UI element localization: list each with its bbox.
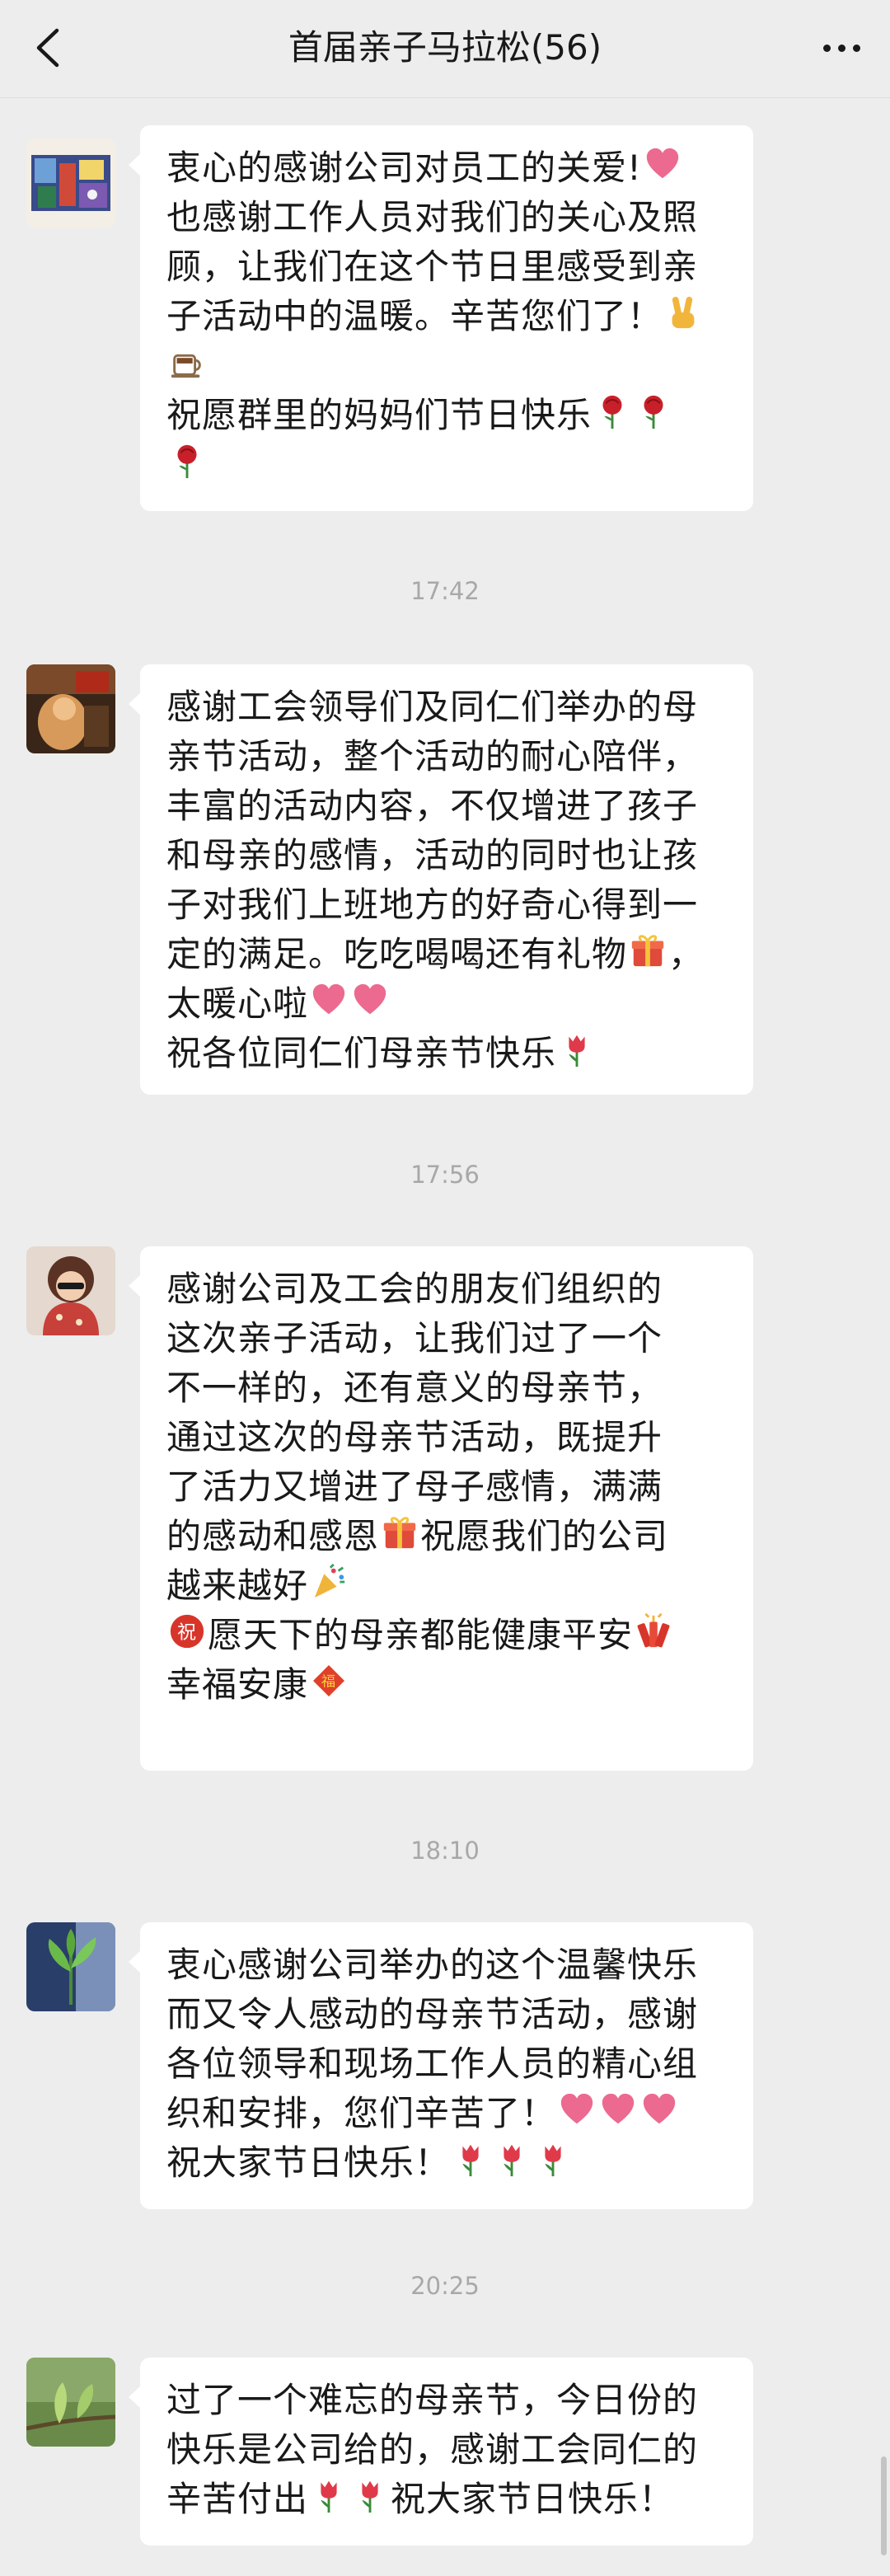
tulip-emoji-icon — [493, 2140, 531, 2178]
heart-emoji-icon — [599, 2090, 637, 2128]
girl-photo-avatar-icon — [26, 1246, 115, 1335]
message-line: 这次亲子活动，让我们过了一个 — [166, 1318, 663, 1358]
message-line: 各位领导和现场工作人员的精心组 — [166, 2043, 699, 2084]
chat-header: 首届亲子马拉松(56) — [0, 0, 890, 98]
svg-text:福: 福 — [321, 1674, 336, 1691]
message-bubble[interactable]: 衷心感谢公司举办的这个温馨快乐 而又令人感动的母亲节活动，感谢 各位领导和现场工… — [129, 1922, 753, 2209]
message-line: 定的满足。吃吃喝喝还有礼物， — [166, 930, 727, 979]
heart-emoji-icon — [558, 2090, 596, 2128]
chat-title: 首届亲子马拉松(56) — [288, 27, 602, 68]
message-line: 也感谢工作人员对我们的关心及照 — [166, 197, 699, 237]
message-line: 的感动和感恩 祝愿我们的公司 — [166, 1512, 727, 1561]
painting-avatar-icon — [26, 138, 115, 228]
tulip-emoji-icon — [351, 2476, 389, 2514]
avatar[interactable] — [26, 664, 115, 753]
message-bubble[interactable]: 感谢工会领导们及同仁们举办的母 亲节活动，整个活动的耐心陪伴， 丰富的活动内容，… — [129, 664, 753, 1095]
message-line: 感谢工会领导们及同仁们举办的母 — [166, 687, 699, 727]
message-line: 衷心的感谢公司对员工的关爱! — [166, 143, 727, 193]
dot-icon — [822, 44, 831, 52]
timestamp: 17:56 — [410, 1161, 480, 1189]
message-line: 丰富的活动内容，不仅增进了孩子 — [166, 786, 699, 826]
gift-emoji-icon — [629, 931, 667, 969]
timestamp: 18:10 — [410, 1837, 480, 1865]
timestamp: 17:42 — [410, 577, 480, 605]
timestamp: 20:25 — [410, 2272, 480, 2300]
message-line: 祝各位同仁们母亲节快乐 — [166, 1029, 727, 1078]
message-line: 感谢公司及工会的朋友们组织的 — [166, 1269, 663, 1309]
heart-emoji-icon — [310, 981, 348, 1019]
message-line: 太暖心啦 — [166, 979, 727, 1029]
child-photo-avatar-icon — [26, 664, 115, 753]
message-line: 过了一个难忘的母亲节，今日份的 — [166, 2380, 699, 2420]
message-line: 而又令人感动的母亲节活动，感谢 — [166, 1994, 699, 2034]
tulip-emoji-icon — [310, 2476, 348, 2514]
heart-emoji-icon — [351, 981, 389, 1019]
svg-text:祝: 祝 — [177, 1622, 197, 1644]
message-line: 子对我们上班地方的好奇心得到一 — [166, 884, 699, 925]
message-line: 了活力又增进了母子感情，满满 — [166, 1466, 663, 1507]
message-bubble[interactable]: 衷心的感谢公司对员工的关爱! 也感谢工作人员对我们的关心及照 顾，让我们在这个节… — [129, 125, 753, 511]
fu-emoji-icon: 福 — [310, 1662, 348, 1700]
dot-icon — [852, 44, 860, 52]
message-line: 快乐是公司给的，感谢工会同仁的 — [166, 2429, 699, 2470]
tulip-emoji-icon — [452, 2140, 490, 2178]
heart-emoji-icon — [640, 2090, 678, 2128]
leaf-photo-avatar-icon — [26, 2358, 115, 2447]
message-line: 辛苦付出 祝大家节日快乐！ — [166, 2475, 727, 2524]
scrollbar[interactable] — [881, 2456, 887, 2555]
gift-emoji-icon — [381, 1513, 419, 1551]
plant-photo-avatar-icon — [26, 1922, 115, 2011]
heart-emoji-icon — [644, 145, 682, 183]
firecracker-emoji-icon — [635, 1612, 672, 1650]
avatar[interactable] — [26, 2358, 115, 2447]
message-line: 祝大家节日快乐！ — [166, 2138, 727, 2188]
message-line: 不一样的，还有意义的母亲节， — [166, 1368, 663, 1408]
avatar[interactable] — [26, 138, 115, 228]
message-line: 越来越好 — [166, 1561, 727, 1611]
message-line: 祝愿天下的母亲都能健康平安 — [166, 1611, 727, 1660]
dot-icon — [837, 44, 846, 52]
tulip-emoji-icon — [534, 2140, 572, 2178]
message-line — [166, 440, 727, 490]
victory-hand-emoji-icon — [664, 293, 702, 331]
message-line: 通过这次的母亲节活动，既提升 — [166, 1417, 663, 1457]
message-line — [166, 341, 727, 391]
avatar[interactable] — [26, 1246, 115, 1335]
rose-emoji-icon — [593, 392, 631, 430]
party-popper-emoji-icon — [310, 1563, 348, 1601]
back-button[interactable] — [23, 23, 73, 73]
rose-emoji-icon — [168, 442, 206, 480]
chevron-left-icon — [36, 28, 59, 68]
message-line: 亲节活动，整个活动的耐心陪伴， — [166, 736, 699, 777]
congratulation-emoji-icon: 祝 — [168, 1612, 206, 1650]
message-bubble[interactable]: 感谢公司及工会的朋友们组织的 这次亲子活动，让我们过了一个 不一样的，还有意义的… — [129, 1246, 753, 1771]
coffee-emoji-icon — [168, 343, 206, 381]
avatar[interactable] — [26, 1922, 115, 2011]
message-line: 和母亲的感情，活动的同时也让孩 — [166, 835, 699, 875]
message-line: 祝愿群里的妈妈们节日快乐 — [166, 391, 727, 440]
more-options-button[interactable] — [813, 25, 870, 71]
message-line: 子活动中的温暖。辛苦您们了！ — [166, 292, 727, 341]
rose-emoji-icon — [635, 392, 672, 430]
message-line: 织和安排，您们辛苦了！ — [166, 2089, 727, 2138]
message-line: 顾，让我们在这个节日里感受到亲 — [166, 246, 699, 287]
message-line: 衷心感谢公司举办的这个温馨快乐 — [166, 1945, 699, 1985]
tulip-emoji-icon — [558, 1030, 596, 1068]
message-bubble[interactable]: 过了一个难忘的母亲节，今日份的 快乐是公司给的，感谢工会同仁的 辛苦付出 祝大家节… — [129, 2358, 753, 2546]
message-line: 幸福安康福 — [166, 1660, 727, 1710]
